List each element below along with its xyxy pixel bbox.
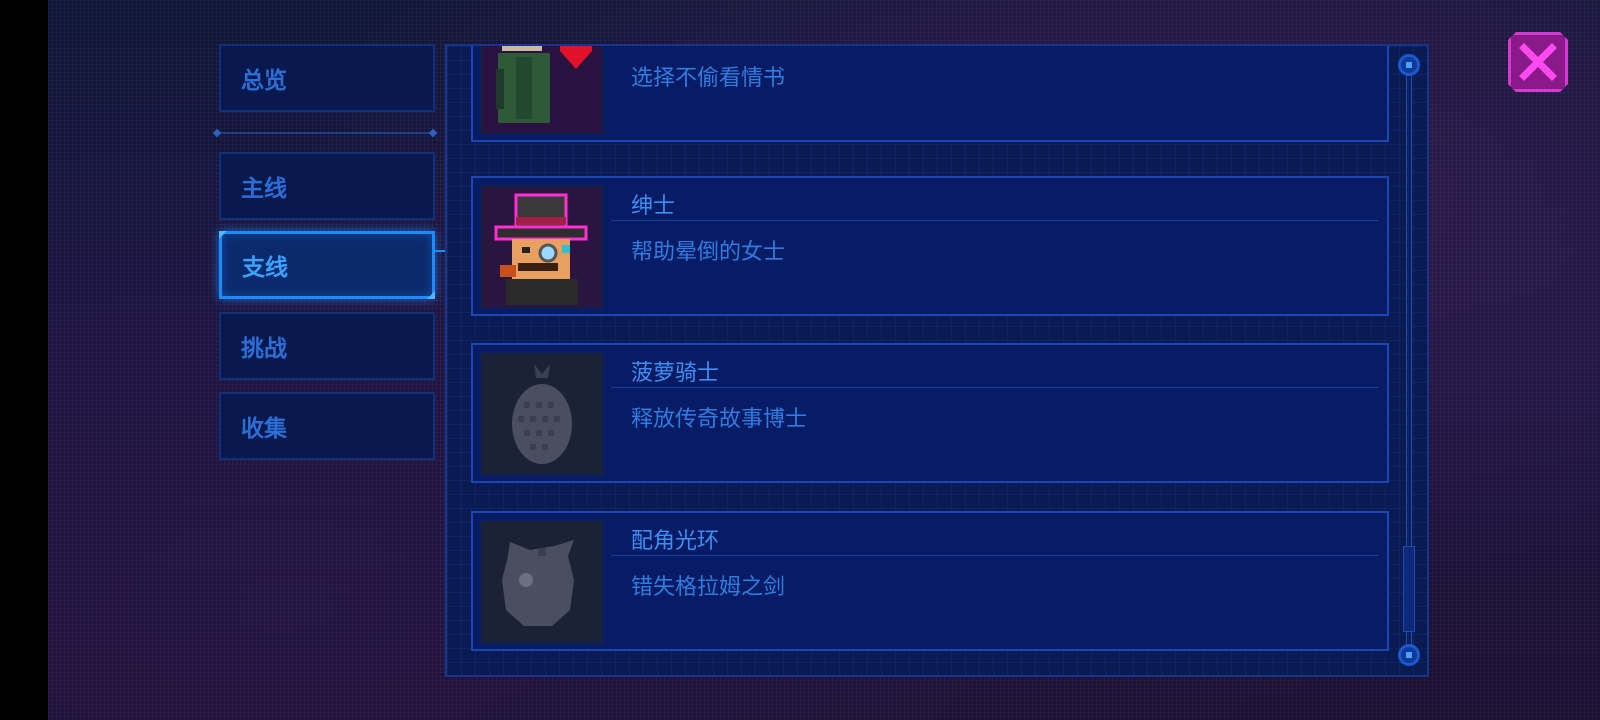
achievement-list-panel[interactable]: 选择不偷看情书 绅士 帮助晕倒的女士 菠萝骑士 释放传奇故事博士 配角光环 错失…: [445, 44, 1429, 677]
title-divider: [611, 555, 1379, 556]
close-x-icon: [1516, 40, 1560, 84]
achievement-card[interactable]: 选择不偷看情书: [471, 46, 1389, 142]
tab-collection[interactable]: 收集: [219, 392, 435, 460]
achievement-description: 帮助晕倒的女士: [631, 240, 786, 265]
old-man-with-heart-icon: [480, 46, 604, 135]
tab-divider: [212, 128, 438, 138]
tab-main-quest[interactable]: 主线: [219, 152, 435, 220]
scrollbar-thumb[interactable]: [1403, 546, 1415, 632]
achievement-title: 菠萝骑士: [631, 361, 720, 386]
achievement-card-locked[interactable]: 配角光环 错失格拉姆之剑: [471, 511, 1389, 651]
pineapple-silhouette-icon: [480, 352, 604, 476]
achievement-title: 配角光环: [631, 529, 720, 554]
scroll-down-cap-icon[interactable]: [1398, 644, 1420, 666]
round-bag-silhouette-icon: [480, 520, 604, 644]
achievement-card[interactable]: 绅士 帮助晕倒的女士: [471, 176, 1389, 316]
close-button[interactable]: [1508, 32, 1568, 92]
achievement-description: 释放传奇故事博士: [631, 407, 808, 432]
tab-challenge[interactable]: 挑战: [219, 312, 435, 380]
achievement-description: 错失格拉姆之剑: [631, 575, 786, 600]
achievement-title: 绅士: [631, 194, 676, 219]
tab-side-quest[interactable]: 支线: [219, 231, 435, 299]
scroll-up-cap-icon[interactable]: [1398, 54, 1420, 76]
title-divider: [611, 387, 1379, 388]
achievement-description: 选择不偷看情书: [631, 66, 786, 91]
tab-overview[interactable]: 总览: [219, 44, 435, 112]
title-divider: [611, 220, 1379, 221]
gentleman-top-hat-icon: [480, 185, 604, 309]
achievement-card-locked[interactable]: 菠萝骑士 释放传奇故事博士: [471, 343, 1389, 483]
